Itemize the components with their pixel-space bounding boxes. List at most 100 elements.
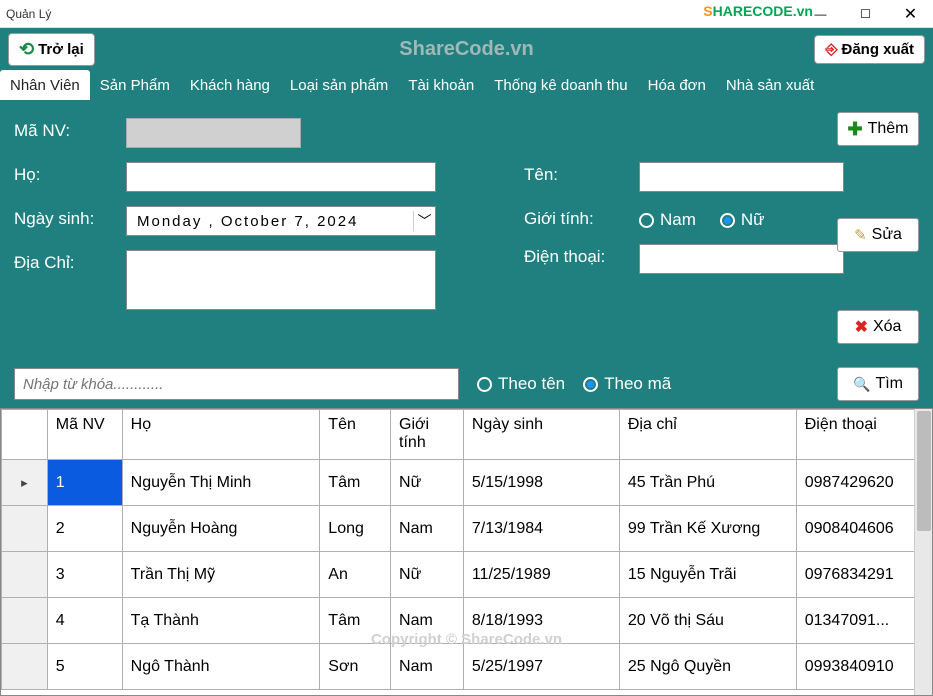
row-indicator — [2, 644, 48, 690]
col-dt[interactable]: Điện thoại — [796, 410, 931, 460]
close-button[interactable]: ✕ — [888, 0, 933, 28]
cell-dc[interactable]: 45 Trần Phú — [619, 460, 796, 506]
watermark-logo: SHARECODE.vn — [703, 3, 813, 19]
maximize-button[interactable]: ☐ — [843, 0, 888, 28]
cell-dt[interactable]: 0993840910 — [796, 644, 931, 690]
cell-ma[interactable]: 1 — [47, 460, 122, 506]
cell-gt[interactable]: Nam — [391, 506, 464, 552]
col-gt[interactable]: Giới tính — [391, 410, 464, 460]
window-title: Quản Lý — [6, 7, 51, 21]
col-dc[interactable]: Địa chỉ — [619, 410, 796, 460]
tab-3[interactable]: Loại sản phẩm — [280, 70, 398, 100]
diachi-textarea[interactable] — [126, 250, 436, 310]
cell-dt[interactable]: 0987429620 — [796, 460, 931, 506]
cell-ma[interactable]: 2 — [47, 506, 122, 552]
them-button[interactable]: ✚ Thêm — [837, 112, 919, 146]
radio-nam[interactable]: Nam — [639, 210, 696, 230]
sua-button[interactable]: ✎ Sửa — [837, 218, 919, 252]
label-ngaysinh: Ngày sinh: — [14, 206, 126, 229]
ngaysinh-datepicker[interactable]: Monday , October 7, 2024 ﹀ — [126, 206, 436, 236]
radio-theo-ma[interactable]: Theo mã — [583, 374, 671, 394]
cell-ho[interactable]: Trần Thị Mỹ — [122, 552, 320, 598]
row-indicator: ▸ — [2, 460, 48, 506]
ten-input[interactable] — [639, 162, 844, 192]
manv-input[interactable] — [126, 118, 301, 148]
cell-dc[interactable]: 99 Trần Kế Xương — [619, 506, 796, 552]
table-row[interactable]: 5Ngô ThànhSơnNam5/25/199725 Ngô Quyền099… — [2, 644, 932, 690]
cell-dt[interactable]: 0976834291 — [796, 552, 931, 598]
chevron-down-icon[interactable]: ﹀ — [413, 211, 435, 231]
search-input[interactable] — [14, 368, 459, 400]
tab-2[interactable]: Khách hàng — [180, 70, 280, 100]
tab-4[interactable]: Tài khoản — [398, 70, 484, 100]
col-ma[interactable]: Mã NV — [47, 410, 122, 460]
logout-button[interactable]: ⎆ Đăng xuất — [814, 35, 925, 64]
tim-button[interactable]: 🔍 Tìm — [837, 367, 919, 401]
tab-6[interactable]: Hóa đơn — [638, 70, 716, 100]
dienthoai-input[interactable] — [639, 244, 844, 274]
cell-ten[interactable]: Sơn — [320, 644, 391, 690]
cell-gt[interactable]: Nam — [391, 598, 464, 644]
cell-ns[interactable]: 7/13/1984 — [463, 506, 619, 552]
back-button[interactable]: ⟲ Trở lại — [8, 33, 95, 66]
cell-dc[interactable]: 15 Nguyễn Trãi — [619, 552, 796, 598]
radio-nu[interactable]: Nữ — [720, 210, 765, 230]
label-ho: Họ: — [14, 162, 126, 185]
cell-gt[interactable]: Nữ — [391, 552, 464, 598]
toolbar: ⟲ Trở lại ShareCode.vn ⎆ Đăng xuất — [0, 28, 933, 70]
data-grid: Mã NV Họ Tên Giới tính Ngày sinh Địa chỉ… — [0, 408, 933, 696]
label-diachi: Địa Chỉ: — [14, 250, 126, 273]
tab-5[interactable]: Thống kê doanh thu — [484, 70, 637, 100]
cell-ma[interactable]: 4 — [47, 598, 122, 644]
cell-dt[interactable]: 0908404606 — [796, 506, 931, 552]
table-row[interactable]: ▸1Nguyễn Thị MinhTâmNữ5/15/199845 Trần P… — [2, 460, 932, 506]
back-arrow-icon: ⟲ — [19, 39, 34, 60]
cell-ns[interactable]: 5/25/1997 — [463, 644, 619, 690]
pencil-icon: ✎ — [854, 226, 867, 244]
cell-ho[interactable]: Nguyễn Hoàng — [122, 506, 320, 552]
label-ten: Tên: — [524, 162, 639, 185]
label-gioitinh: Giới tính: — [524, 206, 639, 229]
tab-0[interactable]: Nhân Viên — [0, 70, 90, 100]
logout-label: Đăng xuất — [841, 41, 914, 58]
cell-ten[interactable]: An — [320, 552, 391, 598]
action-buttons: ✚ Thêm ✎ Sửa ✖ Xóa — [837, 112, 919, 344]
cell-gt[interactable]: Nữ — [391, 460, 464, 506]
tab-1[interactable]: Sản Phẩm — [90, 70, 180, 100]
cell-ho[interactable]: Nguyễn Thị Minh — [122, 460, 320, 506]
cell-ma[interactable]: 3 — [47, 552, 122, 598]
x-icon: ✖ — [855, 317, 868, 337]
titlebar: Quản Lý SHARECODE.vn — ☐ ✕ — [0, 0, 933, 28]
search-icon: 🔍 — [853, 376, 870, 393]
radio-theo-ten[interactable]: Theo tên — [477, 374, 565, 394]
ho-input[interactable] — [126, 162, 436, 192]
label-dienthoai: Điện thoại: — [524, 244, 639, 267]
radio-dot-icon — [639, 213, 654, 228]
cell-ma[interactable]: 5 — [47, 644, 122, 690]
cell-ns[interactable]: 11/25/1989 — [463, 552, 619, 598]
col-ten[interactable]: Tên — [320, 410, 391, 460]
plus-icon: ✚ — [848, 119, 863, 140]
table-row[interactable]: 3Trần Thị MỹAnNữ11/25/198915 Nguyễn Trãi… — [2, 552, 932, 598]
xoa-button[interactable]: ✖ Xóa — [837, 310, 919, 344]
table-row[interactable]: 2Nguyễn HoàngLongNam7/13/198499 Trần Kế … — [2, 506, 932, 552]
minimize-button[interactable]: — — [798, 0, 843, 28]
col-ns[interactable]: Ngày sinh — [463, 410, 619, 460]
scroll-thumb[interactable] — [917, 411, 931, 531]
cell-ten[interactable]: Tâm — [320, 460, 391, 506]
radio-dot-icon — [583, 377, 598, 392]
cell-dc[interactable]: 20 Võ thị Sáu — [619, 598, 796, 644]
vertical-scrollbar[interactable] — [914, 409, 932, 695]
cell-ns[interactable]: 8/18/1993 — [463, 598, 619, 644]
cell-dt[interactable]: 01347091... — [796, 598, 931, 644]
cell-ho[interactable]: Ngô Thành — [122, 644, 320, 690]
cell-ho[interactable]: Tạ Thành — [122, 598, 320, 644]
cell-dc[interactable]: 25 Ngô Quyền — [619, 644, 796, 690]
cell-ns[interactable]: 5/15/1998 — [463, 460, 619, 506]
cell-ten[interactable]: Tâm — [320, 598, 391, 644]
tab-7[interactable]: Nhà sản xuất — [716, 70, 824, 100]
cell-ten[interactable]: Long — [320, 506, 391, 552]
table-row[interactable]: 4Tạ ThànhTâmNam8/18/199320 Võ thị Sáu013… — [2, 598, 932, 644]
cell-gt[interactable]: Nam — [391, 644, 464, 690]
col-ho[interactable]: Họ — [122, 410, 320, 460]
